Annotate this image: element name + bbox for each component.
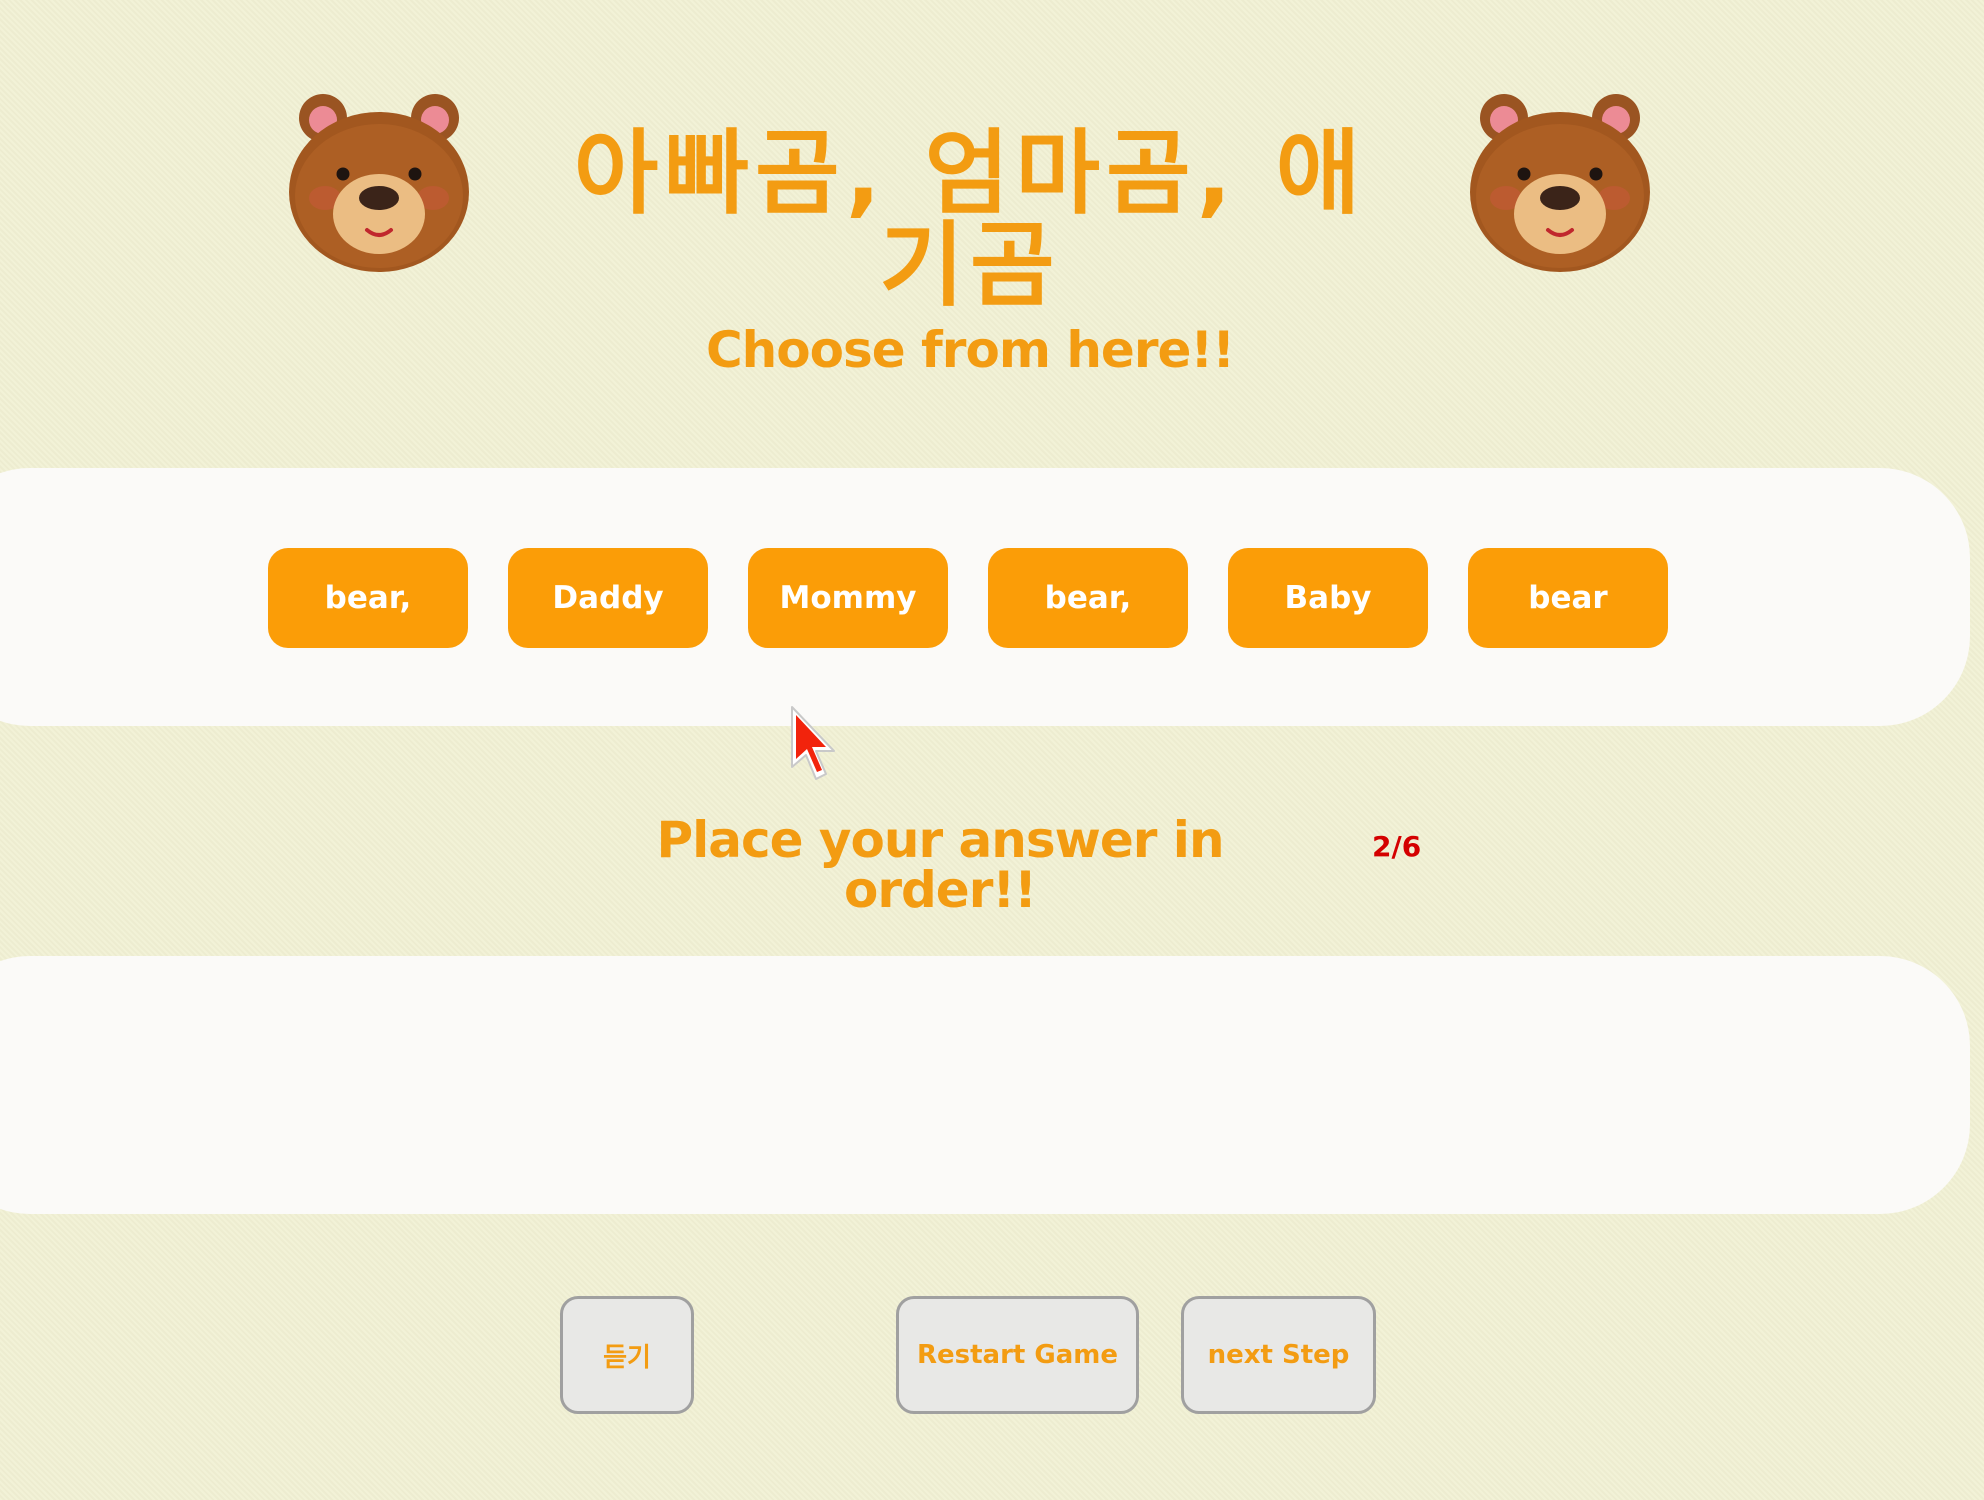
word-button[interactable]: Mommy — [748, 548, 948, 648]
page-title: 아빠곰, 엄마곰, 애기곰 — [573, 120, 1367, 319]
next-step-button[interactable]: next Step — [1181, 1296, 1376, 1414]
word-button[interactable]: bear, — [988, 548, 1188, 648]
word-button[interactable]: Daddy — [508, 548, 708, 648]
listen-button[interactable]: 듣기 — [560, 1296, 694, 1414]
progress-counter: 2/6 — [1372, 830, 1422, 863]
mouse-pointer-icon — [788, 705, 844, 787]
bear-face-icon — [287, 90, 471, 274]
word-button[interactable]: Baby — [1228, 548, 1428, 648]
word-choice-list: bear, Daddy Mommy bear, Baby bear — [268, 548, 1668, 648]
choose-heading: Choose from here!! — [705, 321, 1235, 379]
bear-face-icon — [1468, 90, 1652, 274]
word-button[interactable]: bear — [1468, 548, 1668, 648]
answer-drop-zone[interactable] — [0, 956, 1970, 1214]
restart-game-button[interactable]: Restart Game — [896, 1296, 1139, 1414]
word-button[interactable]: bear, — [268, 548, 468, 648]
answer-heading: Place your answer in order!! — [656, 811, 1224, 919]
